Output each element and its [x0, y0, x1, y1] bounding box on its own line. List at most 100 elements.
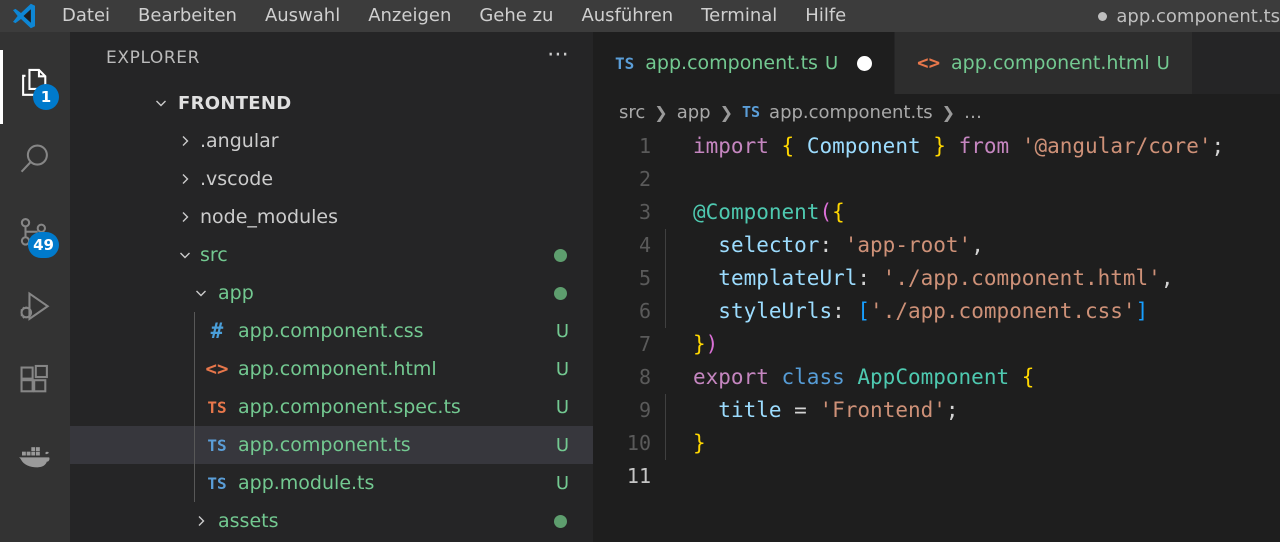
extensions-icon	[16, 362, 54, 404]
code-token: './app.component.css'	[870, 299, 1136, 323]
code-token: 'app-root'	[844, 233, 972, 257]
code-editor[interactable]: 1 import { Component } from '@angular/cor…	[593, 130, 1280, 542]
code-token: }	[933, 134, 946, 158]
menu-auswahl[interactable]: Auswahl	[251, 3, 354, 29]
git-status-badge: U	[555, 472, 569, 494]
breadcrumb-item-src[interactable]: src	[619, 102, 645, 123]
source-control-badge: 49	[28, 232, 59, 258]
code-token: export	[693, 365, 769, 389]
code-text: selector: 'app-root',	[665, 229, 1280, 262]
tab-dirty-indicator-icon[interactable]	[857, 55, 873, 71]
menu-datei[interactable]: Datei	[48, 3, 124, 29]
line-number: 5	[638, 266, 651, 290]
indent-guide	[194, 312, 195, 350]
code-token: @	[693, 200, 706, 224]
menu-terminal[interactable]: Terminal	[687, 3, 791, 29]
tree-item-label: app.component.css	[238, 320, 424, 342]
ts-file-icon: TS	[207, 397, 227, 417]
code-line[interactable]: 7})	[593, 328, 1280, 361]
tree-item-assets[interactable]: assets	[70, 502, 593, 540]
activity-item-source-control[interactable]: 49	[0, 198, 70, 272]
activity-item-docker[interactable]	[0, 420, 70, 494]
code-line[interactable]: 10}	[593, 427, 1280, 460]
code-line[interactable]: 1 import { Component } from '@angular/cor…	[593, 130, 1280, 163]
ts-file-icon: TS	[741, 103, 761, 121]
breadcrumb-item-file[interactable]: app.component.ts	[769, 102, 933, 123]
tree-item-app-component-ts[interactable]: TS app.component.ts U	[70, 426, 593, 464]
activity-item-search[interactable]	[0, 124, 70, 198]
menu-anzeigen[interactable]: Anzeigen	[354, 3, 465, 29]
tree-item-label: app.module.ts	[238, 472, 375, 494]
code-line[interactable]: 2	[593, 163, 1280, 196]
chevron-right-icon	[174, 171, 196, 187]
code-token: {	[1021, 365, 1035, 389]
tree-item-app-component-css[interactable]: # app.component.css U	[70, 312, 593, 350]
activity-item-run-and-debug[interactable]	[0, 272, 70, 346]
code-line[interactable]: 6 styleUrls: ['./app.component.css']	[593, 295, 1280, 328]
tree-item-app-component-html[interactable]: <> app.component.html U	[70, 350, 593, 388]
explorer-header: EXPLORER ⋯	[70, 32, 593, 84]
activity-item-extensions[interactable]	[0, 346, 70, 420]
chevron-right-icon: ❯	[654, 102, 668, 122]
code-text: @Component({	[665, 196, 1280, 229]
indent-guide	[665, 262, 666, 295]
code-line[interactable]: 5 templateUrl: './app.component.html',	[593, 262, 1280, 295]
menu-gehe-zu[interactable]: Gehe zu	[465, 3, 567, 29]
code-line[interactable]: 4 selector: 'app-root',	[593, 229, 1280, 262]
menu-ausfuehren[interactable]: Ausführen	[567, 3, 687, 29]
tree-item-app[interactable]: app	[70, 274, 593, 312]
menu-bearbeiten[interactable]: Bearbeiten	[124, 3, 251, 29]
ts-file-icon: TS	[207, 473, 227, 493]
tree-root-label: FRONTEND	[178, 92, 292, 114]
git-status-dot	[554, 248, 567, 262]
code-line[interactable]: 8 export class AppComponent {	[593, 361, 1280, 394]
breadcrumb-item-symbol[interactable]: …	[964, 102, 982, 123]
breadcrumb-item-app[interactable]: app	[677, 102, 711, 123]
tab-app-component-html[interactable]: <> app.component.html U	[895, 32, 1193, 94]
tree-item-label: .angular	[200, 130, 279, 152]
code-token: }	[693, 431, 706, 455]
git-status-badge: U	[555, 396, 569, 418]
code-token: '@angular/core'	[1021, 134, 1212, 158]
code-text: export class AppComponent {	[665, 361, 1280, 394]
indent-guide	[665, 427, 666, 460]
tree-root-frontend[interactable]: FRONTEND	[70, 84, 593, 122]
code-line[interactable]: 11	[593, 460, 1280, 493]
tab-git-status: U	[1156, 52, 1170, 74]
tree-item-node-modules[interactable]: node_modules	[70, 198, 593, 236]
tab-bar-filler	[1192, 32, 1280, 94]
tab-app-component-ts[interactable]: TS app.component.ts U	[593, 32, 896, 94]
menu-hilfe[interactable]: Hilfe	[791, 3, 860, 29]
tree-item-angular[interactable]: .angular	[70, 122, 593, 160]
code-token: {	[832, 200, 845, 224]
git-status-dot	[554, 514, 567, 528]
editor-tab-bar: TS app.component.ts U <> app.component.h…	[593, 32, 1280, 94]
tree-item-label: app.component.spec.ts	[238, 396, 461, 418]
line-number: 10	[626, 431, 651, 455]
chevron-down-icon	[190, 285, 212, 301]
tree-item-label: assets	[218, 510, 279, 532]
activity-item-explorer[interactable]: 1	[0, 50, 70, 124]
code-token: {	[781, 134, 795, 158]
code-line[interactable]: 9 title = 'Frontend';	[593, 394, 1280, 427]
explorer-badge: 1	[33, 84, 59, 110]
menu-bar: Datei Bearbeiten Auswahl Anzeigen Gehe z…	[48, 3, 860, 29]
vscode-logo-icon	[0, 1, 48, 31]
code-line[interactable]: 3 @Component({	[593, 196, 1280, 229]
tree-item-vscode[interactable]: .vscode	[70, 160, 593, 198]
tree-item-label: src	[200, 244, 228, 266]
indent-guide	[665, 295, 666, 328]
tree-item-app-module-ts[interactable]: TS app.module.ts U	[70, 464, 593, 502]
tree-item-app-component-spec-ts[interactable]: TS app.component.spec.ts U	[70, 388, 593, 426]
css-icon: #	[210, 319, 224, 343]
tree-item-src[interactable]: src	[70, 236, 593, 274]
more-actions-icon[interactable]: ⋯	[547, 44, 571, 66]
line-number: 4	[638, 233, 651, 257]
